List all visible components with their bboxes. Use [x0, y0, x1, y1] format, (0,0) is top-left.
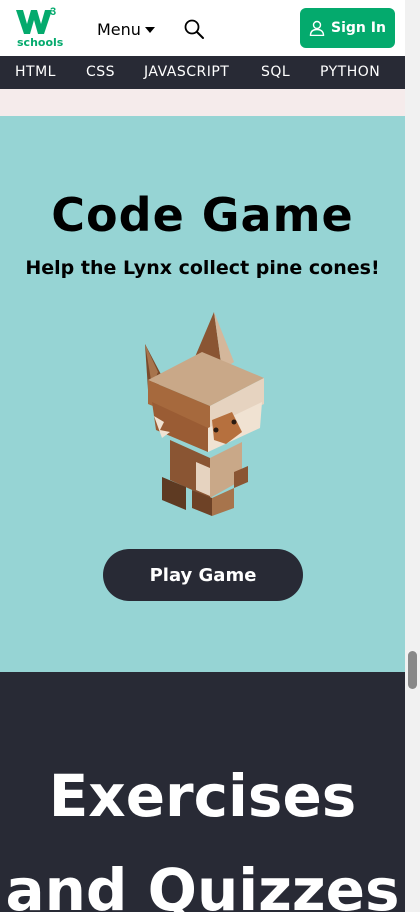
user-icon: [309, 20, 325, 36]
play-game-button[interactable]: Play Game: [103, 549, 303, 601]
play-game-label: Play Game: [149, 564, 257, 586]
sign-in-label: Sign In: [331, 20, 386, 36]
game-subtitle: Help the Lynx collect pine cones!: [25, 257, 380, 279]
lynx-illustration: [145, 312, 264, 516]
menu-label: Menu: [97, 19, 141, 39]
nav-item-python[interactable]: PYTHON: [320, 64, 380, 80]
nav-item-css[interactable]: CSS: [86, 64, 115, 80]
exercises-heading-line2: and Quizzes: [5, 856, 400, 912]
w3-logo-mark: [16, 10, 52, 34]
section-strip: [0, 89, 405, 116]
sign-in-button[interactable]: Sign In: [300, 8, 395, 48]
topic-nav: HTML CSS JAVASCRIPT SQL PYTHON: [0, 56, 405, 89]
logo-text: schools: [17, 36, 64, 49]
logo-superscript: 3: [50, 6, 57, 18]
scrollbar-thumb[interactable]: [408, 651, 417, 689]
nav-item-sql[interactable]: SQL: [261, 64, 290, 80]
menu-button[interactable]: Menu: [97, 18, 155, 40]
nav-item-javascript[interactable]: JAVASCRIPT: [144, 64, 229, 80]
game-title: Code Game: [51, 188, 354, 242]
code-game-section: Code Game Help the Lynx collect pine con…: [0, 116, 405, 672]
search-button[interactable]: [183, 18, 205, 40]
page-scrollbar[interactable]: [405, 0, 420, 912]
search-icon: [184, 19, 204, 39]
exercises-section: Exercises and Quizzes: [0, 672, 405, 912]
caret-down-icon: [144, 27, 155, 33]
top-bar: 3 schools Menu Sign In: [0, 0, 405, 56]
w3schools-logo[interactable]: 3 schools: [16, 6, 64, 49]
exercises-heading: Exercises and Quizzes: [0, 760, 405, 912]
exercises-heading-line1: Exercises: [48, 762, 357, 830]
nav-item-html[interactable]: HTML: [15, 64, 56, 80]
